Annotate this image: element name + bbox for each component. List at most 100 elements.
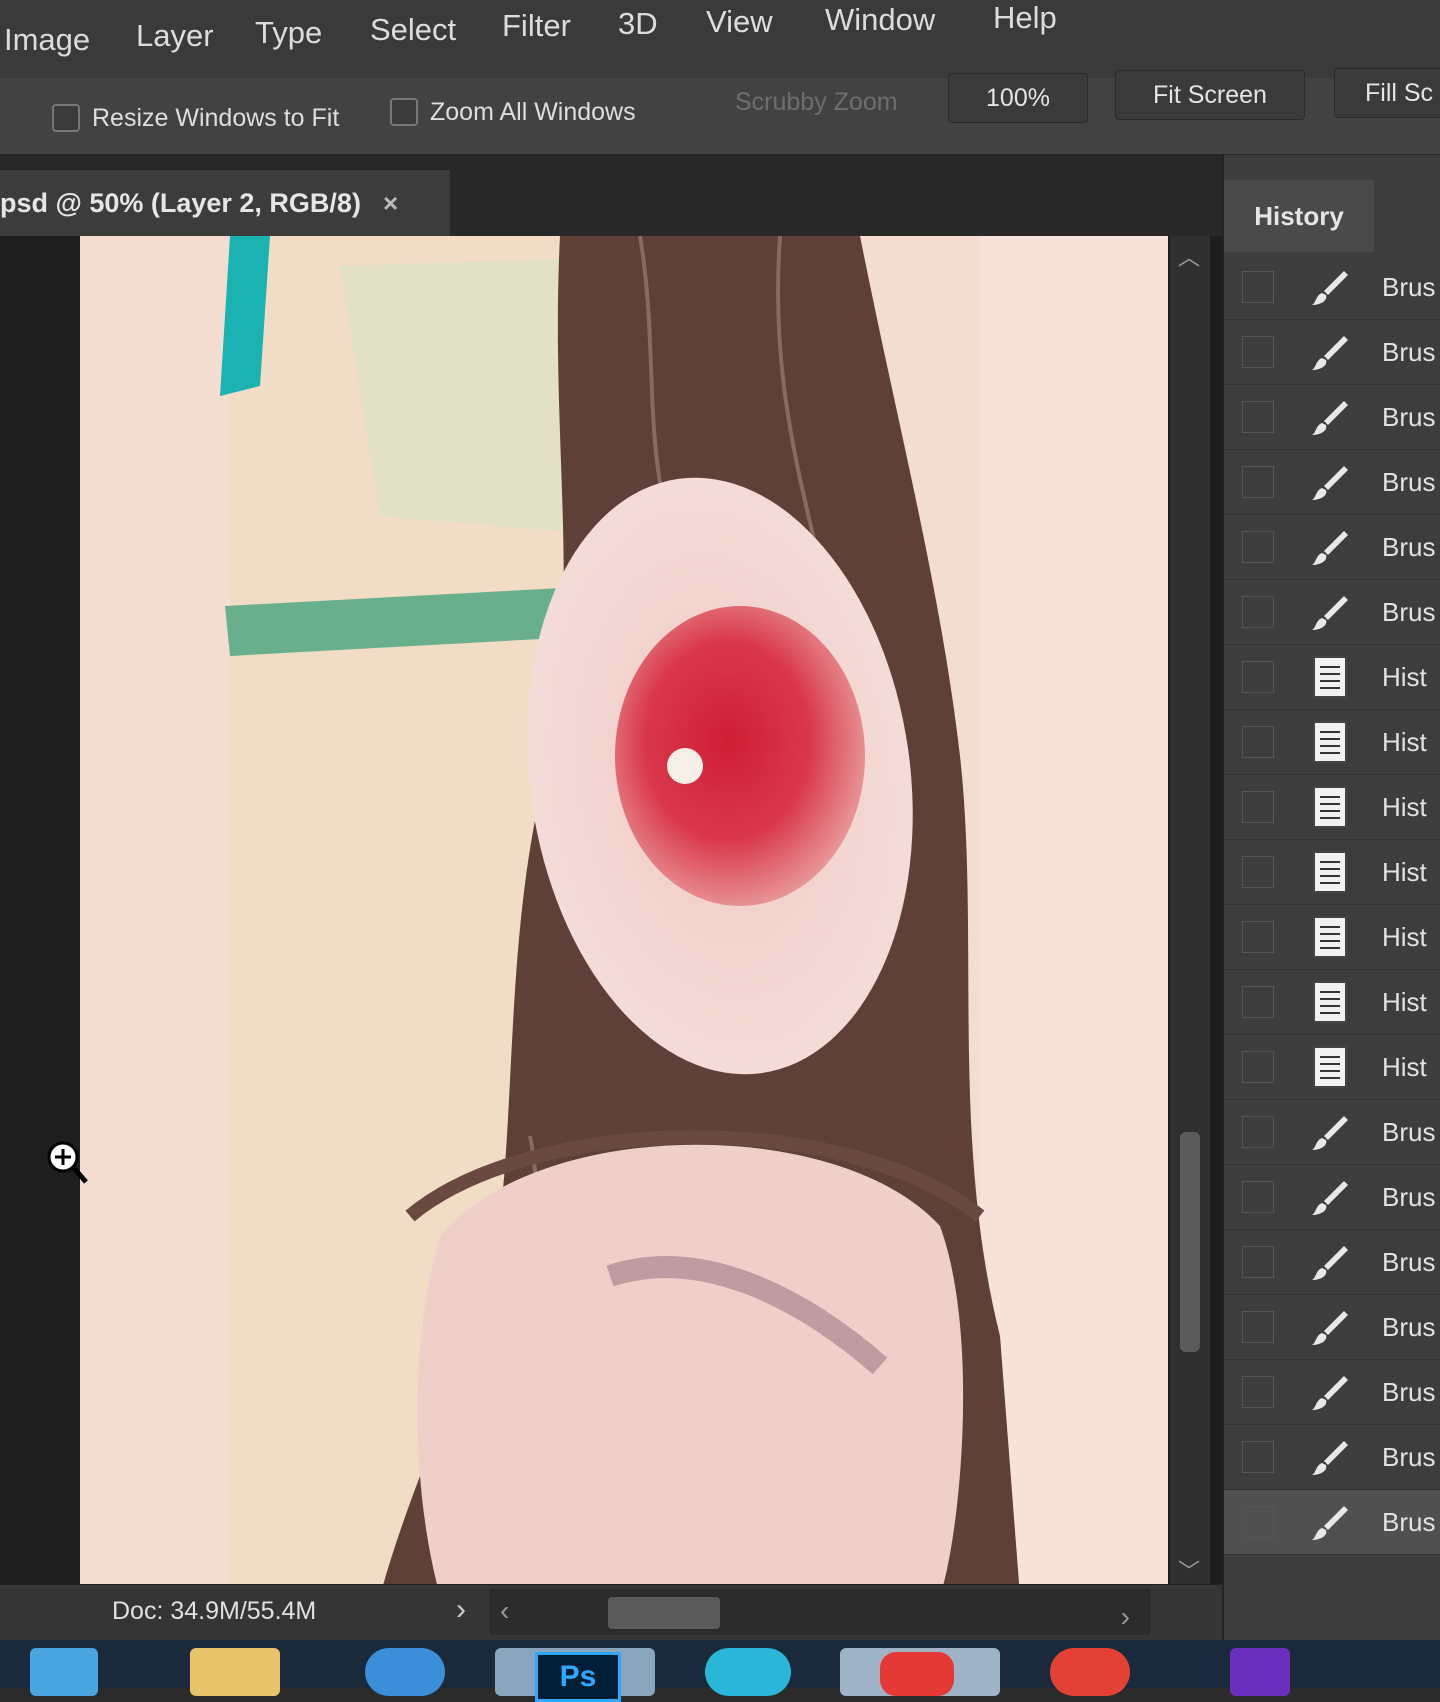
resize-windows-option[interactable]: Resize Windows to Fit [52,102,339,134]
menu-layer[interactable]: Layer [136,18,214,54]
history-snapshot-box[interactable] [1242,1116,1274,1148]
history-snapshot-box[interactable] [1242,1181,1274,1213]
document-size-readout[interactable]: Doc: 34.9M/55.4M [112,1597,316,1626]
history-snapshot-box[interactable] [1242,1051,1274,1083]
history-snapshot-box[interactable] [1242,856,1274,888]
scroll-right-icon[interactable]: › [1121,1601,1130,1633]
chrome-icon[interactable] [1050,1648,1130,1696]
highlight-dot [667,748,703,784]
history-row[interactable]: Brus [1224,1360,1440,1425]
history-snapshot-box[interactable] [1242,1311,1274,1343]
history-row-label: Brus [1382,1116,1436,1147]
history-snapshot-box[interactable] [1242,661,1274,693]
history-row-label: Brus [1382,1181,1436,1212]
history-snapshot-box[interactable] [1242,1441,1274,1473]
history-row[interactable]: Hist [1224,645,1440,710]
history-snapshot-box[interactable] [1242,271,1274,303]
history-snapshot-box[interactable] [1242,1376,1274,1408]
menu-view[interactable]: View [706,4,773,40]
history-panel: History Brus Brus Brus Brus Brus Brus Hist Hist… [1222,155,1440,1640]
document-icon [1308,720,1352,764]
history-snapshot-box[interactable] [1242,1506,1274,1538]
history-snapshot-box[interactable] [1242,986,1274,1018]
document-icon [1308,915,1352,959]
zoom-all-label: Zoom All Windows [430,97,636,126]
history-row[interactable]: Brus [1224,385,1440,450]
history-row[interactable]: Brus [1224,1490,1440,1555]
horizontal-scroll-thumb[interactable] [608,1597,720,1629]
menu-type[interactable]: Type [255,15,322,51]
app-taskbar-button[interactable] [840,1648,1000,1696]
image-canvas[interactable] [80,236,1168,1596]
red-paint-spot [615,606,865,906]
history-row[interactable]: Hist [1224,710,1440,775]
history-row-label: Brus [1382,1441,1436,1472]
history-row[interactable]: Hist [1224,840,1440,905]
zoom-value-field[interactable]: 100% [948,73,1088,123]
file-explorer-icon[interactable] [190,1648,280,1696]
app-icon-purple[interactable] [1230,1648,1290,1696]
history-row[interactable]: Brus [1224,320,1440,385]
brush-icon [1308,1500,1352,1544]
media-player-icon[interactable] [30,1648,98,1696]
history-snapshot-box[interactable] [1242,596,1274,628]
history-snapshot-box[interactable] [1242,466,1274,498]
history-row[interactable]: Brus [1224,1425,1440,1490]
browser-icon[interactable] [365,1648,445,1696]
vertical-scrollbar[interactable]: ︿ ﹀ [1170,236,1210,1584]
zoom-all-option[interactable]: Zoom All Windows [390,96,636,128]
history-row[interactable]: Hist [1224,970,1440,1035]
history-row[interactable]: Hist [1224,775,1440,840]
menu-filter[interactable]: Filter [502,8,571,44]
scroll-down-icon[interactable]: ﹀ [1178,1554,1200,1586]
menu-select[interactable]: Select [370,12,456,48]
history-panel-tab[interactable]: History [1224,180,1374,252]
history-snapshot-box[interactable] [1242,336,1274,368]
history-row[interactable]: Brus [1224,1230,1440,1295]
painting [80,236,1168,1596]
history-snapshot-box[interactable] [1242,401,1274,433]
fit-screen-button[interactable]: Fit Screen [1115,70,1305,120]
document-icon [1308,1045,1352,1089]
history-row[interactable]: Brus [1224,1165,1440,1230]
history-row[interactable]: Brus [1224,515,1440,580]
video-app-icon[interactable] [705,1648,791,1696]
scroll-up-icon[interactable]: ︿ [1178,240,1200,272]
history-snapshot-box[interactable] [1242,921,1274,953]
menu-window[interactable]: Window [825,2,935,38]
chevron-right-icon[interactable]: › [456,1593,466,1627]
history-row[interactable]: Brus [1224,450,1440,515]
brush-icon [1308,1305,1352,1349]
history-row[interactable]: Hist [1224,1035,1440,1100]
menu-help[interactable]: Help [993,0,1057,36]
history-snapshot-box[interactable] [1242,531,1274,563]
resize-windows-checkbox[interactable] [52,104,80,132]
vertical-scroll-thumb[interactable] [1180,1132,1200,1352]
brush-icon [1308,395,1352,439]
zoom-all-checkbox[interactable] [390,98,418,126]
document-tab[interactable]: psd @ 50% (Layer 2, RGB/8) × [0,170,450,236]
history-row-label: Brus [1382,466,1436,497]
history-row-label: Hist [1382,791,1427,822]
history-row-label: Hist [1382,986,1427,1017]
document-icon [1308,785,1352,829]
history-snapshot-box[interactable] [1242,1246,1274,1278]
brush-icon [1308,265,1352,309]
scroll-left-icon[interactable]: ‹ [500,1595,509,1627]
history-row-label: Brus [1382,1246,1436,1277]
horizontal-scrollbar[interactable]: ‹ › [490,1589,1150,1635]
history-list: Brus Brus Brus Brus Brus Brus Hist Hist Hist Hist… [1224,255,1440,1555]
menu-image[interactable]: Image [4,22,90,58]
menu-3d[interactable]: 3D [618,6,658,42]
history-row[interactable]: Brus [1224,1100,1440,1165]
close-icon[interactable]: × [383,188,398,219]
history-row[interactable]: Brus [1224,1295,1440,1360]
history-row[interactable]: Brus [1224,255,1440,320]
fill-screen-button[interactable]: Fill Sc [1334,68,1440,118]
history-row[interactable]: Hist [1224,905,1440,970]
scrubby-zoom-option[interactable]: Scrubby Zoom [735,88,898,117]
history-row[interactable]: Brus [1224,580,1440,645]
history-snapshot-box[interactable] [1242,726,1274,758]
history-snapshot-box[interactable] [1242,791,1274,823]
photoshop-taskbar-button[interactable]: Ps [495,1648,655,1702]
